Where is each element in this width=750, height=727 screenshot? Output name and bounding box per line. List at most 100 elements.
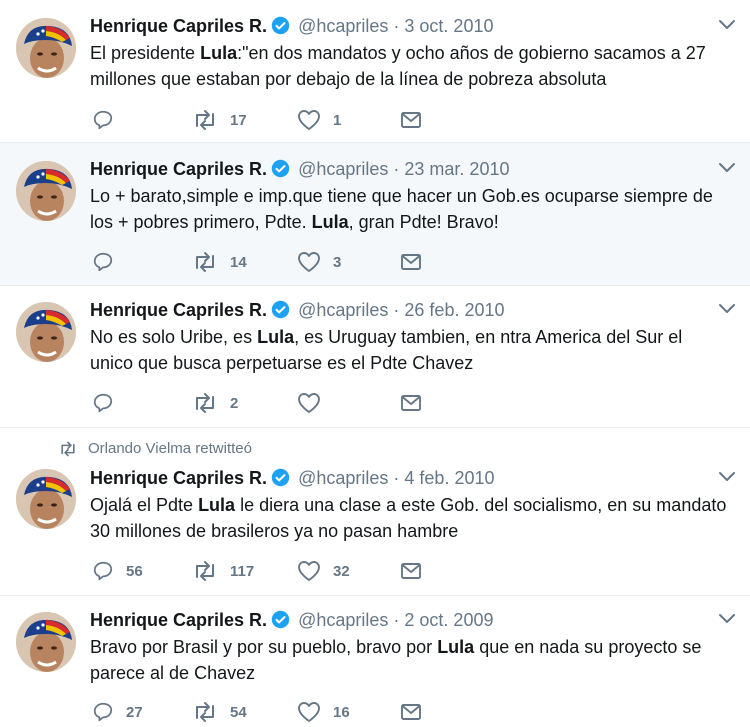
user-name[interactable]: Henrique Capriles R.	[90, 300, 267, 320]
retweet-count: 117	[230, 562, 255, 580]
like-button[interactable]: 3	[297, 250, 341, 274]
user-name[interactable]: Henrique Capriles R.	[90, 16, 267, 36]
retweet-button[interactable]: 14	[192, 250, 247, 274]
avatar[interactable]	[16, 612, 76, 672]
avatar[interactable]	[16, 302, 76, 362]
avatar-image	[16, 302, 76, 362]
tweet-date[interactable]: 4 feb. 2010	[404, 468, 494, 488]
chevron-down-icon[interactable]	[718, 302, 736, 321]
reply-button[interactable]: 27	[92, 700, 143, 724]
dm-icon	[400, 393, 422, 413]
retweet-button[interactable]: 54	[192, 700, 247, 724]
tweet-text: No es solo Uribe, es Lula, es Uruguay ta…	[90, 324, 730, 376]
separator-dot: ·	[393, 16, 400, 36]
retweet-button[interactable]: 2	[192, 391, 238, 415]
user-handle[interactable]: @hcapriles	[298, 300, 388, 320]
verified-icon	[271, 468, 290, 493]
separator-dot: ·	[393, 159, 400, 179]
tweet-date[interactable]: 2 oct. 2009	[404, 610, 493, 630]
dm-button[interactable]	[400, 700, 422, 724]
reply-icon	[92, 560, 114, 582]
separator-dot: ·	[393, 610, 400, 630]
like-icon	[297, 701, 321, 723]
reply-button[interactable]: 56	[92, 559, 143, 583]
like-button[interactable]	[297, 391, 333, 415]
retweet-count: 14	[230, 253, 247, 271]
retweet-count: 54	[230, 703, 247, 721]
reply-count: 27	[126, 703, 143, 721]
dm-icon	[400, 252, 422, 272]
user-handle[interactable]: @hcapriles	[298, 468, 388, 488]
like-icon	[297, 251, 321, 273]
dm-button[interactable]	[400, 108, 422, 132]
dm-button[interactable]	[400, 250, 422, 274]
retweet-icon	[192, 109, 218, 131]
tweet[interactable]: Orlando Vielma retwitteó Henrique Capril…	[0, 428, 750, 596]
tweet-text-segment: No es solo Uribe, es	[90, 327, 258, 347]
tweet[interactable]: Henrique Capriles R. @hcapriles · 3 oct.…	[0, 0, 750, 143]
like-button[interactable]: 32	[297, 559, 350, 583]
chevron-down-icon[interactable]	[718, 18, 736, 37]
avatar-image	[16, 18, 76, 78]
tweet-header: Henrique Capriles R. @hcapriles · 26 feb…	[90, 298, 505, 322]
reply-button[interactable]	[92, 108, 126, 132]
retweet-count: 17	[230, 111, 247, 129]
verified-icon	[271, 159, 290, 184]
user-name[interactable]: Henrique Capriles R.	[90, 159, 267, 179]
tweet-header: Henrique Capriles R. @hcapriles · 4 feb.…	[90, 466, 495, 490]
dm-button[interactable]	[400, 559, 422, 583]
tweet-date[interactable]: 3 oct. 2010	[404, 16, 493, 36]
tweet-date[interactable]: 23 mar. 2010	[404, 159, 509, 179]
user-name[interactable]: Henrique Capriles R.	[90, 468, 267, 488]
tweet-text-segment: Bravo por Brasil y por su pueblo, bravo …	[90, 637, 438, 657]
chevron-down-icon[interactable]	[718, 612, 736, 631]
retweet-button[interactable]: 117	[192, 559, 254, 583]
avatar[interactable]	[16, 18, 76, 78]
avatar-image	[16, 469, 76, 529]
tweet[interactable]: Henrique Capriles R. @hcapriles · 2 oct.…	[0, 596, 750, 727]
dm-icon	[400, 110, 422, 130]
tweet-text-highlight: Lula	[200, 43, 238, 63]
user-handle[interactable]: @hcapriles	[298, 159, 388, 179]
retweet-icon	[192, 701, 218, 723]
verified-icon	[271, 16, 290, 41]
tweet-text-highlight: Lula	[198, 495, 236, 515]
tweet-text: El presidente Lula:"en dos mandatos y oc…	[90, 40, 730, 92]
like-icon	[297, 392, 321, 414]
dm-button[interactable]	[400, 391, 422, 415]
tweet-header: Henrique Capriles R. @hcapriles · 3 oct.…	[90, 14, 493, 38]
like-count: 3	[333, 253, 342, 271]
reply-icon	[92, 701, 114, 723]
like-count: 1	[333, 111, 342, 129]
tweet-text-highlight: Lula	[257, 327, 295, 347]
avatar-image	[16, 161, 76, 221]
separator-dot: ·	[393, 300, 400, 320]
user-name[interactable]: Henrique Capriles R.	[90, 610, 267, 630]
tweet-text-segment: El presidente	[90, 43, 201, 63]
tweet-text-segment: Ojalá el Pdte	[90, 495, 199, 515]
tweet-text-segment: , gran Pdte! Bravo!	[348, 212, 499, 232]
user-handle[interactable]: @hcapriles	[298, 610, 388, 630]
retweet-button[interactable]: 17	[192, 108, 247, 132]
like-button[interactable]: 16	[297, 700, 350, 724]
retweet-icon	[192, 251, 218, 273]
reply-button[interactable]	[92, 250, 126, 274]
like-button[interactable]: 1	[297, 108, 341, 132]
avatar[interactable]	[16, 161, 76, 221]
verified-icon	[271, 610, 290, 635]
chevron-down-icon[interactable]	[718, 161, 736, 180]
like-count: 32	[333, 562, 350, 580]
tweet-date[interactable]: 26 feb. 2010	[404, 300, 504, 320]
user-handle[interactable]: @hcapriles	[298, 16, 388, 36]
retweet-context-label[interactable]: Orlando Vielma retwitteó	[88, 440, 252, 458]
separator-dot: ·	[393, 468, 400, 488]
tweet-text: Lo + barato,simple e imp.que tiene que h…	[90, 183, 730, 235]
avatar[interactable]	[16, 469, 76, 529]
tweet-text: Ojalá el Pdte Lula le diera una clase a …	[90, 492, 730, 544]
tweet[interactable]: Henrique Capriles R. @hcapriles · 26 feb…	[0, 286, 750, 428]
reply-button[interactable]	[92, 391, 126, 415]
chevron-down-icon[interactable]	[718, 470, 736, 489]
tweet[interactable]: Henrique Capriles R. @hcapriles · 23 mar…	[0, 143, 750, 286]
reply-icon	[92, 392, 114, 414]
dm-icon	[400, 561, 422, 581]
